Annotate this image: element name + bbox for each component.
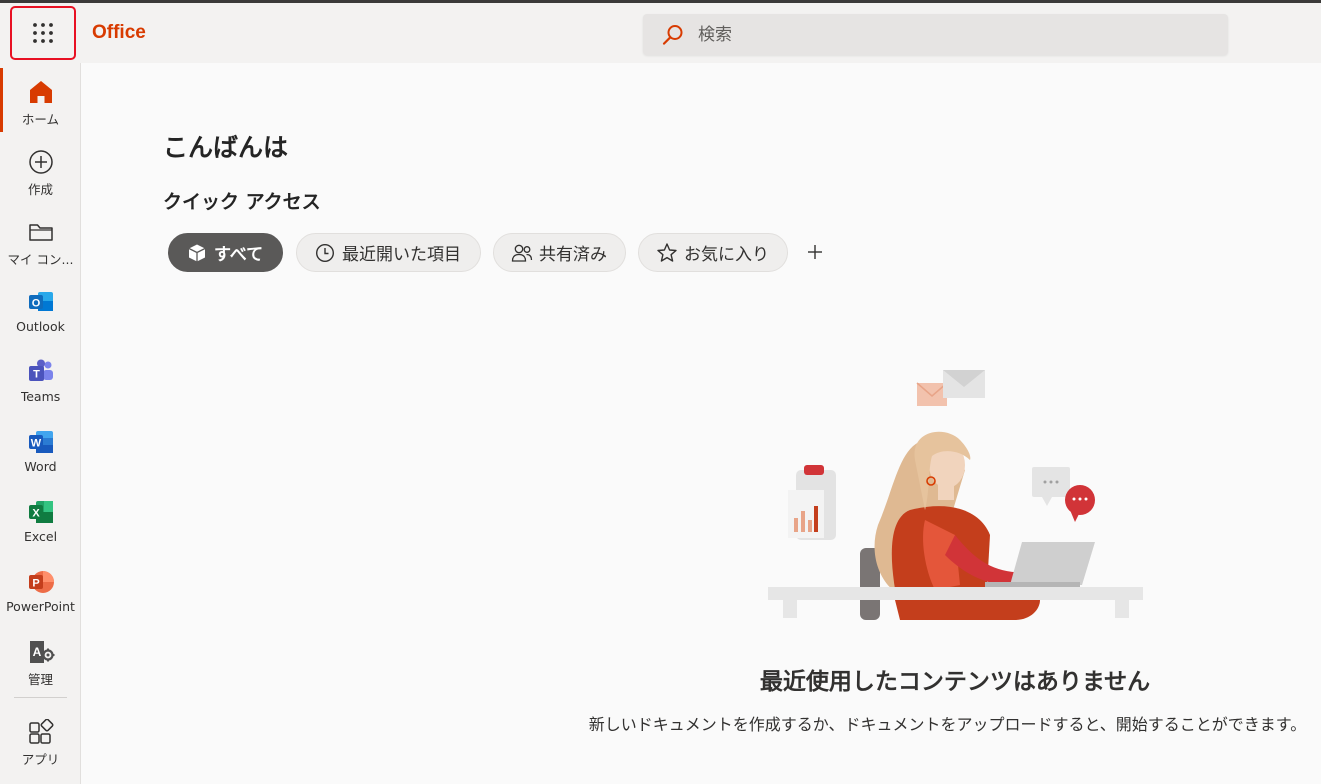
search-box[interactable]: [643, 14, 1228, 55]
excel-icon: X: [27, 498, 55, 526]
add-filter-button[interactable]: [801, 238, 829, 266]
svg-text:A: A: [32, 645, 41, 659]
filter-label: 共有済み: [539, 245, 607, 265]
office-brand-link[interactable]: Office: [92, 22, 146, 44]
rail-item-label: ホーム: [21, 112, 60, 127]
rail-item-label: Excel: [23, 529, 58, 544]
filter-favorites-pill[interactable]: お気に入り: [638, 233, 788, 272]
word-icon: W: [27, 428, 55, 456]
rail-item-label: Teams: [20, 389, 61, 404]
powerpoint-icon: P: [27, 568, 55, 596]
rail-item-label: アプリ: [21, 752, 60, 767]
filter-shared-pill[interactable]: 共有済み: [493, 233, 626, 272]
filter-label: すべて: [214, 245, 264, 265]
rail-item-label: 作成: [27, 182, 53, 197]
rail-item-label: Outlook: [16, 319, 65, 334]
svg-text:P: P: [32, 578, 39, 590]
filter-recent-pill[interactable]: 最近開いた項目: [296, 233, 481, 272]
quick-access-heading: クイック アクセス: [163, 191, 321, 213]
admin-icon: A: [27, 638, 55, 666]
rail-item-powerpoint[interactable]: P PowerPoint: [0, 558, 81, 624]
filter-label: 最近開いた項目: [342, 245, 461, 265]
search-input[interactable]: [698, 24, 1178, 45]
app-launcher-button[interactable]: [10, 6, 76, 60]
svg-text:X: X: [32, 508, 40, 520]
filter-label: お気に入り: [684, 245, 769, 265]
apps-icon: [27, 718, 55, 746]
cube-icon: [186, 242, 208, 264]
rail-divider: [14, 697, 67, 698]
rail-item-outlook[interactable]: O Outlook: [0, 278, 81, 344]
home-icon: [27, 78, 55, 106]
people-icon: [511, 242, 533, 264]
svg-text:O: O: [31, 298, 40, 310]
left-nav-rail: ホーム 作成 マイ コン... O Outlook T Teams W Word…: [0, 63, 81, 784]
rail-item-word[interactable]: W Word: [0, 418, 81, 484]
rail-item-label: Word: [24, 459, 57, 474]
rail-item-label: PowerPoint: [6, 599, 75, 614]
clock-icon: [314, 242, 336, 264]
svg-text:W: W: [30, 438, 41, 450]
rail-item-apps[interactable]: アプリ: [0, 708, 81, 774]
rail-item-admin[interactable]: A 管理: [0, 628, 81, 694]
waffle-icon: [33, 23, 53, 43]
empty-state-title: 最近使用したコンテンツはありません: [759, 669, 1151, 695]
rail-item-home[interactable]: ホーム: [0, 68, 81, 134]
filter-all-pill[interactable]: すべて: [168, 233, 283, 272]
rail-item-excel[interactable]: X Excel: [0, 488, 81, 554]
svg-text:T: T: [33, 369, 40, 381]
rail-item-teams[interactable]: T Teams: [0, 348, 81, 414]
search-icon: [662, 24, 683, 45]
greeting-heading: こんばんは: [163, 133, 289, 162]
outlook-icon: O: [27, 288, 55, 316]
plus-icon: [808, 245, 822, 259]
top-bar: Office: [0, 0, 1321, 63]
teams-icon: T: [27, 358, 55, 386]
rail-item-create[interactable]: 作成: [0, 138, 81, 204]
rail-item-my-content[interactable]: マイ コン...: [0, 208, 81, 274]
rail-item-label: 管理: [27, 672, 53, 687]
empty-state-description: 新しいドキュメントを作成するか、ドキュメントをアップロードすると、開始することが…: [588, 715, 1307, 734]
rail-item-label: マイ コン...: [7, 252, 74, 267]
folder-icon: [27, 218, 55, 246]
create-icon: [27, 148, 55, 176]
empty-state-illustration: [768, 370, 1143, 620]
star-icon: [656, 242, 678, 264]
